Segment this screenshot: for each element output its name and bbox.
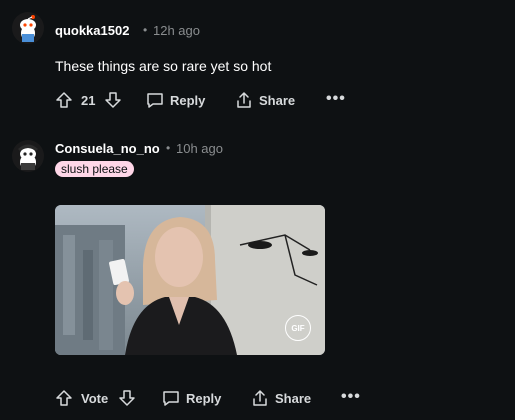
upvote-button[interactable] — [55, 91, 73, 114]
upvote-icon — [56, 390, 72, 406]
upvote-button[interactable] — [55, 389, 73, 412]
vote-count: 21 — [81, 93, 96, 108]
user-flair: slush please — [55, 161, 134, 177]
comment-body: These things are so rare yet so hot — [55, 58, 272, 74]
upvote-icon — [56, 92, 72, 108]
reply-button[interactable]: Reply — [162, 389, 221, 407]
share-label: Share — [275, 390, 312, 406]
comment-timestamp[interactable]: 10h ago — [176, 141, 223, 156]
meta-separator: • — [143, 23, 148, 37]
downvote-icon — [119, 390, 135, 406]
reply-icon — [163, 391, 179, 406]
reply-label: Reply — [186, 390, 222, 406]
downvote-button[interactable] — [104, 91, 122, 114]
gif-preview-image — [55, 205, 325, 355]
more-options-icon[interactable]: ••• — [326, 90, 346, 108]
more-options-icon[interactable]: ••• — [341, 388, 361, 406]
reply-button[interactable]: Reply — [146, 91, 205, 109]
user-avatar[interactable] — [12, 12, 44, 44]
reply-icon — [147, 93, 163, 108]
reddit-snoo-avatar-icon — [12, 140, 44, 172]
comment-author[interactable]: Consuela_no_no — [55, 141, 160, 156]
user-avatar[interactable] — [12, 140, 44, 172]
reddit-snoo-avatar-icon — [12, 12, 44, 44]
gif-media[interactable]: GIF — [55, 205, 325, 355]
share-button[interactable]: Share — [235, 91, 295, 109]
downvote-button[interactable] — [118, 389, 136, 412]
vote-label: Vote — [81, 391, 109, 406]
reply-label: Reply — [170, 92, 206, 108]
comment-author[interactable]: quokka1502 — [55, 23, 129, 38]
share-icon — [253, 390, 267, 406]
meta-separator: • — [166, 141, 171, 155]
share-label: Share — [259, 92, 296, 108]
downvote-icon — [105, 92, 121, 108]
share-button[interactable]: Share — [251, 389, 311, 407]
share-icon — [237, 92, 251, 108]
comment-timestamp[interactable]: 12h ago — [153, 23, 200, 38]
gif-badge-icon: GIF — [285, 315, 311, 341]
